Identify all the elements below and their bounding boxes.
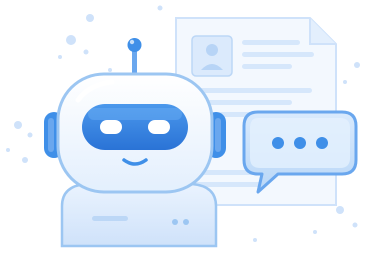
user-card-icon	[191, 35, 233, 77]
illustration-canvas	[6, 5, 360, 248]
chatbot-illustration	[0, 0, 365, 253]
typing-dots	[272, 137, 328, 149]
robot-head	[56, 72, 214, 194]
robot-antenna	[127, 38, 142, 76]
